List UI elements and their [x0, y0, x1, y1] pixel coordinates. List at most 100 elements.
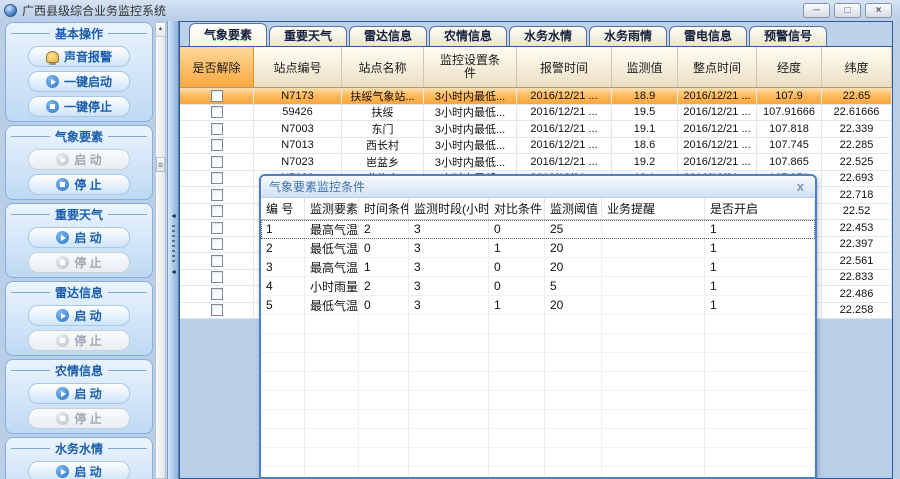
grid-header-row: 是否解除站点编号站点名称监控设置条件报警时间监测值整点时间经度纬度: [180, 47, 892, 88]
play-icon: [56, 309, 69, 322]
stop-icon: [56, 334, 69, 347]
dialog-row[interactable]: 3最高气温130201: [261, 258, 815, 277]
cell-lat: 22.561: [822, 253, 892, 269]
cell-value: 18.9: [612, 88, 678, 104]
column-header-7[interactable]: 经度: [757, 47, 822, 87]
dialog-titlebar[interactable]: 气象要素监控条件 x: [261, 176, 815, 198]
sidebar-button-启动[interactable]: 启 动: [28, 383, 130, 404]
collapse-left-icon[interactable]: ◄: [170, 269, 178, 277]
dialog-empty-row: [261, 353, 815, 372]
dialog-cell-open: 1: [705, 277, 815, 295]
cell-value: 18.6: [612, 138, 678, 154]
close-icon[interactable]: ×: [865, 3, 892, 18]
dialog-row[interactable]: 4小时雨量23051: [261, 277, 815, 296]
dialog-empty-cell: [359, 448, 409, 466]
dialog-empty-row: [261, 334, 815, 353]
table-row[interactable]: N7003东门3小时内最低...2016/12/21 ...19.12016/1…: [180, 121, 892, 138]
table-row[interactable]: N7023岜盆乡3小时内最低...2016/12/21 ...19.22016/…: [180, 154, 892, 171]
tab-7[interactable]: 预警信号: [749, 26, 827, 46]
clear-checkbox[interactable]: [211, 139, 223, 151]
scrollbar-grip[interactable]: ≡: [156, 157, 165, 172]
maximize-icon[interactable]: □: [834, 3, 861, 18]
sidebar-button-启动[interactable]: 启 动: [28, 227, 130, 248]
sidebar-button-一键启动[interactable]: 一键启动: [28, 71, 130, 92]
clear-checkbox[interactable]: [211, 106, 223, 118]
dialog-row[interactable]: 1最高气温230251: [261, 220, 815, 239]
clear-checkbox[interactable]: [211, 156, 223, 168]
table-row[interactable]: 59426扶绥3小时内最低...2016/12/21 ...19.52016/1…: [180, 105, 892, 122]
collapse-left-icon[interactable]: ◄: [170, 213, 178, 221]
clear-checkbox[interactable]: [211, 304, 223, 316]
column-header-1[interactable]: 站点编号: [254, 47, 342, 87]
dialog-cell-time: 1: [359, 258, 409, 276]
table-row[interactable]: N7173扶绥气象站...3小时内最低...2016/12/21 ...18.9…: [180, 88, 892, 105]
dialog-cell-element: 最低气温: [305, 296, 359, 314]
sidebar-button-启动[interactable]: 启 动: [28, 305, 130, 326]
dialog-empty-cell: [359, 429, 409, 447]
column-header-3[interactable]: 监控设置条件: [424, 47, 517, 87]
scroll-up-icon[interactable]: ▲: [156, 23, 165, 37]
tab-0[interactable]: 气象要素: [189, 23, 267, 46]
tab-4[interactable]: 水务水情: [509, 26, 587, 46]
tab-3[interactable]: 农情信息: [429, 26, 507, 46]
dialog-row[interactable]: 2最低气温031201: [261, 239, 815, 258]
column-header-2[interactable]: 站点名称: [342, 47, 424, 87]
cell-id: 59426: [254, 105, 342, 121]
clear-checkbox[interactable]: [211, 255, 223, 267]
dialog-empty-cell: [489, 410, 545, 428]
sidebar-group-0: 基本操作声音报警一键启动一键停止: [5, 22, 153, 122]
clear-checkbox[interactable]: [211, 222, 223, 234]
sidebar-group-title: 气象要素: [6, 128, 152, 145]
dialog-empty-cell: [545, 429, 602, 447]
button-label: 启 动: [74, 229, 101, 246]
table-row[interactable]: N7013西长村3小时内最低...2016/12/21 ...18.62016/…: [180, 138, 892, 155]
sidebar-button-停止[interactable]: 停 止: [28, 252, 130, 273]
dialog-empty-cell: [545, 410, 602, 428]
sidebar-button-停止[interactable]: 停 止: [28, 174, 130, 195]
sidebar-button-一键停止[interactable]: 一键停止: [28, 96, 130, 117]
clear-checkbox[interactable]: [211, 123, 223, 135]
sidebar-scrollbar[interactable]: ▲ ≡: [155, 22, 166, 479]
cell-lat: 22.339: [822, 121, 892, 137]
tab-6[interactable]: 雷电信息: [669, 26, 747, 46]
column-header-8[interactable]: 纬度: [822, 47, 892, 87]
clear-checkbox[interactable]: [211, 189, 223, 201]
sidebar-button-声音报警[interactable]: 声音报警: [28, 46, 130, 67]
clear-checkbox[interactable]: [211, 238, 223, 250]
panel-splitter[interactable]: ◄ ◄: [167, 21, 179, 479]
cell-cond: 3小时内最低...: [424, 105, 517, 121]
dialog-cell-period: 3: [409, 239, 489, 257]
column-header-0[interactable]: 是否解除: [180, 47, 254, 87]
clear-checkbox[interactable]: [211, 90, 223, 102]
dialog-cell-remind: [602, 258, 705, 276]
dialog-empty-cell: [545, 315, 602, 333]
sidebar-button-启动[interactable]: 启 动: [28, 149, 130, 170]
dialog-cell-no: 2: [261, 239, 305, 257]
tab-2[interactable]: 雷达信息: [349, 26, 427, 46]
dialog-empty-cell: [409, 353, 489, 371]
clear-checkbox[interactable]: [211, 288, 223, 300]
minimize-icon[interactable]: ─: [803, 3, 830, 18]
dialog-row[interactable]: 5最低气温031201: [261, 296, 815, 315]
dialog-title: 气象要素监控条件: [269, 178, 365, 195]
dialog-cell-no: 4: [261, 277, 305, 295]
app-window: 广西县级综合业务监控系统 ─ □ × 基本操作声音报警一键启动一键停止气象要素启…: [0, 0, 900, 479]
dialog-cell-open: 1: [705, 239, 815, 257]
dialog-cell-remind: [602, 239, 705, 257]
splitter-grip[interactable]: [172, 225, 175, 265]
window-titlebar: 广西县级综合业务监控系统 ─ □ ×: [0, 0, 900, 20]
column-header-6[interactable]: 整点时间: [678, 47, 757, 87]
tab-1[interactable]: 重要天气: [269, 26, 347, 46]
tab-5[interactable]: 水务雨情: [589, 26, 667, 46]
dialog-close-icon[interactable]: x: [794, 179, 807, 195]
clear-checkbox[interactable]: [211, 271, 223, 283]
column-header-4[interactable]: 报警时间: [517, 47, 612, 87]
sidebar-button-停止[interactable]: 停 止: [28, 330, 130, 351]
clear-checkbox[interactable]: [211, 205, 223, 217]
sidebar-button-启动[interactable]: 启 动: [28, 461, 130, 479]
clear-checkbox[interactable]: [211, 172, 223, 184]
cell-clear: [180, 88, 254, 104]
sidebar-button-停止[interactable]: 停 止: [28, 408, 130, 429]
column-header-5[interactable]: 监测值: [612, 47, 678, 87]
dialog-cell-threshold: 5: [545, 277, 602, 295]
